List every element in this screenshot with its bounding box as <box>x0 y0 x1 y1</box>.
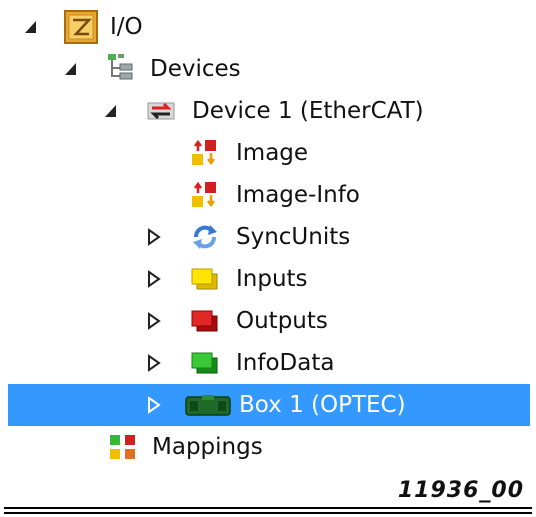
tree-item-label: Image-Info <box>236 182 360 208</box>
tree-item-label: Devices <box>150 56 241 82</box>
tree-item-mappings[interactable]: Mappings <box>0 426 530 468</box>
tree-item-infodata[interactable]: InfoData <box>0 342 530 384</box>
collapsed-arrow-icon[interactable] <box>144 310 164 332</box>
footer-divider <box>4 507 532 509</box>
tree-item-image[interactable]: Image <box>0 132 530 174</box>
collapsed-arrow-icon[interactable] <box>144 226 164 248</box>
outputs-red-icon <box>191 310 218 332</box>
tree-item-device1[interactable]: Device 1 (EtherCAT) <box>0 90 530 132</box>
tree-item-label: Device 1 (EtherCAT) <box>192 98 424 124</box>
tree-item-io[interactable]: I/O <box>0 6 530 48</box>
mappings-icon <box>110 435 135 459</box>
tree-item-label: Inputs <box>236 266 308 292</box>
tree-item-box1[interactable]: Box 1 (OPTEC) <box>8 384 530 426</box>
collapsed-arrow-icon[interactable] <box>144 394 164 416</box>
figure-id: 11936_00 <box>397 478 524 503</box>
tree-item-label: InfoData <box>236 350 335 376</box>
footer-divider <box>4 512 532 514</box>
expanded-arrow-icon[interactable] <box>22 16 42 38</box>
process-image-icon <box>192 139 216 166</box>
process-image-icon <box>192 181 216 208</box>
tree-item-label: I/O <box>110 14 143 40</box>
tree-item-label: Box 1 (OPTEC) <box>239 392 406 418</box>
tree-item-label: Mappings <box>152 434 263 460</box>
devices-tree-icon <box>108 54 133 80</box>
tree-item-devices[interactable]: Devices <box>0 48 530 90</box>
infodata-green-icon <box>191 352 218 374</box>
tree-item-label: Outputs <box>236 308 328 334</box>
ethercat-device-icon <box>147 102 175 120</box>
collapsed-arrow-icon[interactable] <box>144 268 164 290</box>
tree-item-inputs[interactable]: Inputs <box>0 258 530 300</box>
inputs-yellow-icon <box>191 268 218 290</box>
tree-item-syncunits[interactable]: SyncUnits <box>0 216 530 258</box>
tree-item-outputs[interactable]: Outputs <box>0 300 530 342</box>
io-folder-icon <box>64 10 98 44</box>
tree-item-label: Image <box>236 140 309 166</box>
expanded-arrow-icon[interactable] <box>62 58 82 80</box>
box-module-icon <box>185 395 231 416</box>
collapsed-arrow-icon[interactable] <box>144 352 164 374</box>
expanded-arrow-icon[interactable] <box>102 100 122 122</box>
sync-arrows-icon <box>193 225 217 249</box>
tree-item-label: SyncUnits <box>236 224 351 250</box>
tree-item-image-info[interactable]: Image-Info <box>0 174 530 216</box>
